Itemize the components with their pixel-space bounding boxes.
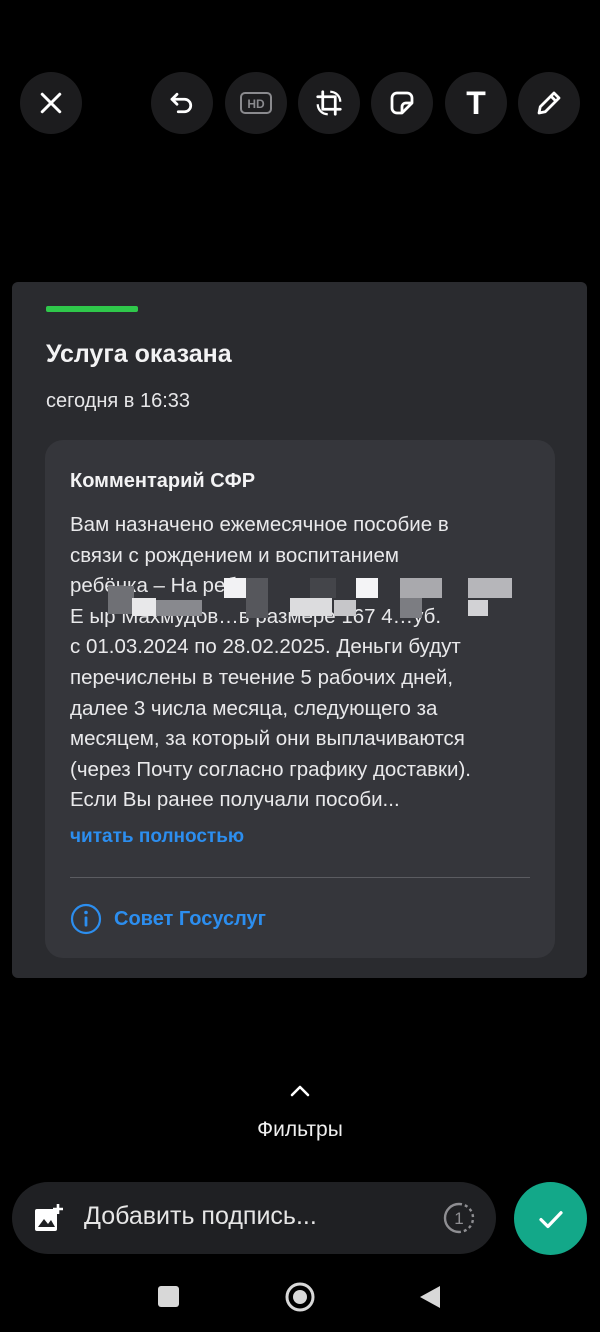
divider: [70, 877, 530, 878]
status-accent-bar: [46, 306, 138, 312]
close-button[interactable]: [20, 72, 82, 134]
image-preview-card: Услуга оказана сегодня в 16:33 Комментар…: [12, 282, 587, 978]
comment-box: Комментарий СФР Вам назначено ежемесячно…: [45, 440, 555, 958]
caption-input[interactable]: Добавить подпись...: [84, 1202, 317, 1231]
comment-line: далее 3 числа месяца, следующего за: [70, 696, 438, 720]
comment-line: Если Вы ранее получали пособи...: [70, 788, 400, 812]
status-time: сегодня в 16:33: [46, 390, 190, 412]
close-icon: [40, 92, 62, 114]
sticker-button[interactable]: [371, 72, 433, 134]
comment-text: Вам назначено ежемесячное пособие в связ…: [70, 510, 540, 816]
comment-line: с 01.03.2024 по 28.02.2025. Деньги будут: [70, 635, 461, 659]
checkmark-icon: [538, 1210, 563, 1228]
view-once-label: 1: [454, 1209, 463, 1228]
comment-line: Вам назначено ежемесячное пособие в: [70, 513, 449, 536]
chevron-up-icon[interactable]: [284, 1080, 316, 1100]
status-title: Услуга оказана: [46, 340, 232, 368]
home-button[interactable]: [284, 1281, 316, 1313]
comment-title: Комментарий СФР: [70, 470, 256, 492]
comment-line: связи с рождением и воспитанием: [70, 543, 399, 567]
comment-line: перечислены в течение 5 рабочих дней,: [70, 665, 454, 689]
advice-label: Совет Госуслуг: [114, 907, 266, 930]
caption-bar: Добавить подпись... 1: [12, 1182, 496, 1254]
draw-button[interactable]: [518, 72, 580, 134]
text-tool-button[interactable]: T: [445, 72, 507, 134]
comment-line: (через Почту согласно графику доставки).: [70, 757, 471, 781]
view-once-icon[interactable]: 1: [442, 1201, 476, 1235]
text-tool-icon: T: [466, 84, 486, 121]
back-button[interactable]: [418, 1284, 442, 1310]
hd-icon: HD: [240, 92, 272, 114]
crop-rotate-button[interactable]: [298, 72, 360, 134]
advice-link[interactable]: Совет Госуслуг: [70, 903, 266, 935]
comment-line: месяцем, за который они выплачиваются: [70, 727, 465, 751]
info-icon: [70, 903, 102, 935]
add-photo-icon[interactable]: [32, 1202, 64, 1234]
hd-button[interactable]: HD: [225, 72, 287, 134]
hd-label: HD: [247, 97, 265, 111]
read-more-link[interactable]: читать полностью: [70, 826, 244, 848]
recents-button[interactable]: [158, 1286, 179, 1307]
filters-label[interactable]: Фильтры: [0, 1118, 600, 1142]
undo-icon: [170, 92, 193, 114]
crop-rotate-icon: [316, 90, 342, 116]
sticker-icon: [390, 91, 414, 115]
undo-button[interactable]: [151, 72, 213, 134]
pencil-icon: [537, 91, 561, 115]
send-button[interactable]: [514, 1182, 587, 1255]
